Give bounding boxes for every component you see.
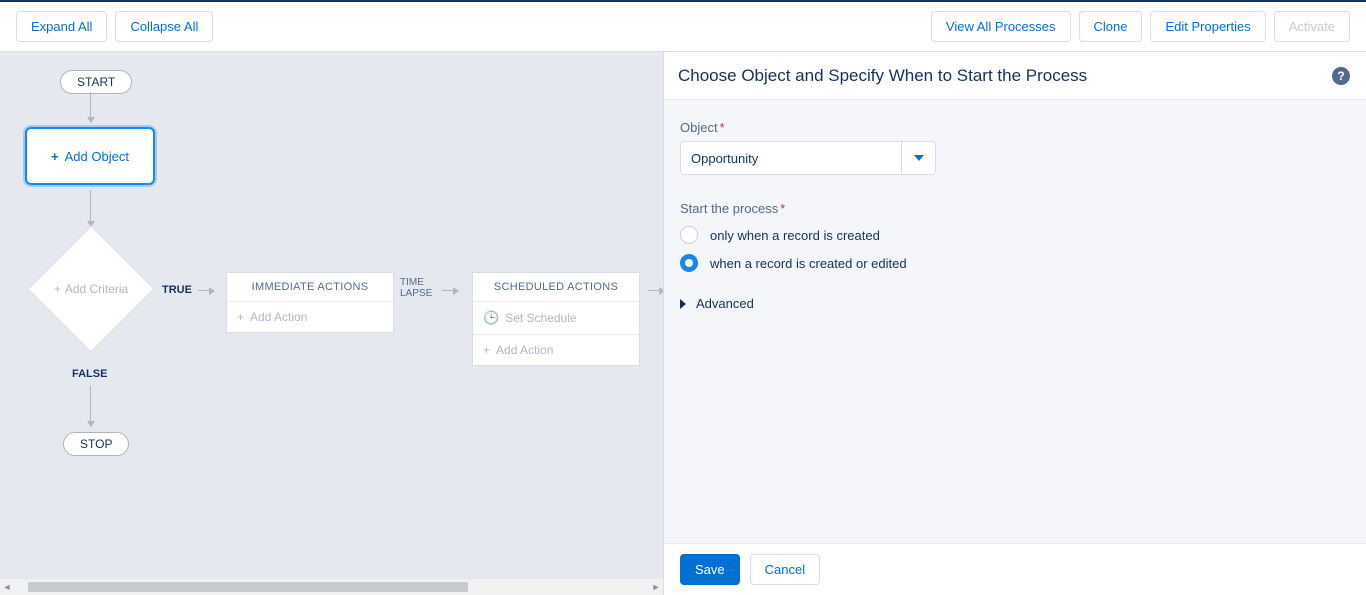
plus-icon: + (54, 282, 61, 296)
advanced-toggle[interactable]: Advanced (680, 296, 1350, 311)
radio-label: when a record is created or edited (710, 256, 907, 271)
immediate-actions-group: IMMEDIATE ACTIONS + Add Action (226, 272, 394, 333)
panel-footer: Save Cancel (664, 543, 1366, 595)
arrow-true (198, 290, 214, 291)
process-canvas: START + Add Object + Add Criteria TRUE I… (0, 52, 664, 595)
start-process-label: Start the process* (680, 201, 1350, 216)
plus-icon: + (51, 149, 59, 164)
main: START + Add Object + Add Criteria TRUE I… (0, 52, 1366, 595)
immediate-actions-header: IMMEDIATE ACTIONS (227, 273, 393, 301)
plus-icon: + (237, 310, 244, 324)
false-branch-label: FALSE (72, 368, 107, 380)
cancel-button[interactable]: Cancel (750, 554, 820, 585)
chevron-right-icon (680, 299, 686, 309)
toolbar: Expand All Collapse All View All Process… (0, 2, 1366, 52)
arrow-object-to-criteria (90, 190, 91, 226)
set-schedule[interactable]: 🕒 Set Schedule (473, 301, 639, 334)
scheduled-actions-header: SCHEDULED ACTIONS (473, 273, 639, 301)
scroll-thumb[interactable] (28, 582, 468, 592)
add-object-node[interactable]: + Add Object (25, 127, 155, 185)
collapse-all-button[interactable]: Collapse All (115, 11, 213, 42)
clock-icon: 🕒 (483, 310, 499, 326)
activate-button: Activate (1274, 11, 1350, 42)
advanced-label: Advanced (696, 296, 754, 311)
criteria-node[interactable]: + Add Criteria (29, 227, 153, 351)
radio-icon (680, 226, 698, 244)
arrow-timelapse (442, 290, 458, 291)
panel-body: Object* Opportunity Start the process* o… (664, 100, 1366, 543)
help-icon[interactable]: ? (1332, 67, 1350, 85)
time-lapse-label: TIMELAPSE (400, 277, 432, 299)
arrow-start-to-object (90, 92, 91, 122)
add-action-label: Add Action (496, 343, 553, 357)
start-node: START (60, 70, 132, 94)
chevron-down-icon (901, 142, 935, 174)
save-button[interactable]: Save (680, 554, 740, 585)
add-immediate-action[interactable]: + Add Action (227, 301, 393, 332)
set-schedule-label: Set Schedule (505, 311, 576, 325)
plus-icon: + (483, 343, 490, 357)
true-branch-label: TRUE (162, 284, 192, 296)
scroll-left-icon[interactable]: ◄ (0, 580, 14, 594)
panel-title: Choose Object and Specify When to Start … (678, 66, 1087, 86)
add-criteria-label: Add Criteria (65, 282, 128, 296)
object-select-value: Opportunity (681, 142, 901, 174)
radio-label: only when a record is created (710, 228, 880, 243)
scheduled-actions-group: SCHEDULED ACTIONS 🕒 Set Schedule + Add A… (472, 272, 640, 366)
panel-header: Choose Object and Specify When to Start … (664, 52, 1366, 100)
add-action-label: Add Action (250, 310, 307, 324)
view-all-processes-button[interactable]: View All Processes (931, 11, 1071, 42)
arrow-criteria-to-stop (90, 386, 91, 426)
stop-node: STOP (63, 432, 129, 456)
add-object-label: Add Object (65, 149, 129, 164)
scroll-right-icon[interactable]: ► (649, 580, 663, 594)
radio-only-created[interactable]: only when a record is created (680, 226, 1350, 244)
clone-button[interactable]: Clone (1079, 11, 1143, 42)
horizontal-scrollbar[interactable]: ◄ ► (0, 579, 663, 595)
object-select[interactable]: Opportunity (680, 141, 936, 175)
object-field-label: Object* (680, 120, 1350, 135)
radio-created-or-edited[interactable]: when a record is created or edited (680, 254, 1350, 272)
arrow-scheduled-out (648, 290, 664, 291)
add-scheduled-action[interactable]: + Add Action (473, 334, 639, 365)
radio-checked-icon (680, 254, 698, 272)
edit-properties-button[interactable]: Edit Properties (1150, 11, 1265, 42)
detail-panel: Choose Object and Specify When to Start … (664, 52, 1366, 595)
expand-all-button[interactable]: Expand All (16, 11, 107, 42)
